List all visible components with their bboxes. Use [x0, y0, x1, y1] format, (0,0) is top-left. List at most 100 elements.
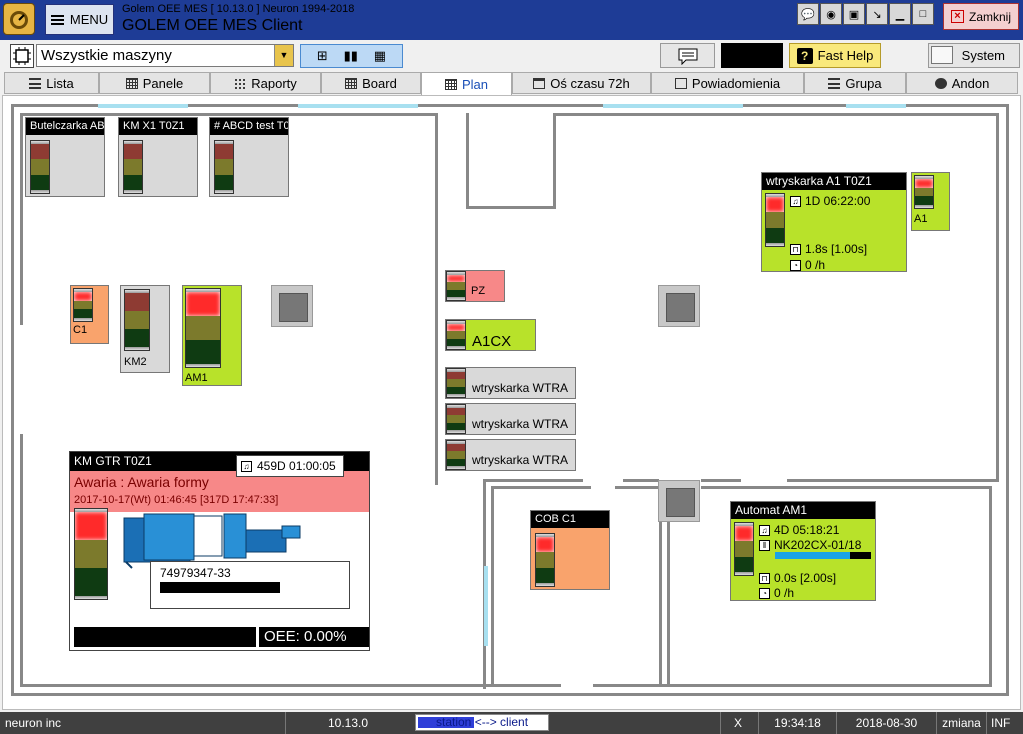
machine-tile-abcd[interactable]: # ABCD test T0	[209, 117, 289, 197]
machine-tile-wtra-3[interactable]: wtryskarka WTRA	[445, 439, 576, 471]
bar-chart-icon[interactable]: ▮▮	[344, 48, 358, 64]
progress-fill	[775, 552, 850, 559]
wall	[466, 206, 556, 209]
chat-icon[interactable]: 💬	[797, 3, 819, 25]
machine-tile-am1[interactable]: AM1	[182, 285, 242, 386]
pillar	[658, 480, 700, 522]
tab-timeline[interactable]: Oś czasu 72h	[512, 72, 651, 94]
machine-view-icon[interactable]: ⊞	[317, 48, 328, 64]
tab-grupa[interactable]: Grupa	[804, 72, 906, 94]
wall	[701, 479, 741, 482]
gauge-icon: ◔	[790, 259, 801, 271]
machine-tile-butelczarka[interactable]: Butelczarka ABC	[25, 117, 105, 197]
barcode-icon: ⦀	[759, 539, 770, 551]
messages-button[interactable]	[660, 43, 715, 68]
oee-value: OEE: 0.00%	[259, 627, 369, 647]
duration-value: 1D 06:22:00	[805, 194, 871, 208]
signal-light	[446, 320, 466, 350]
close-button[interactable]: × Zamknij	[943, 3, 1019, 30]
signal-light	[74, 508, 108, 600]
note-icon: ♫	[790, 195, 801, 207]
chevron-down-icon[interactable]: ▼	[274, 45, 293, 66]
view-mode-toggle[interactable]: ⊞ ▮▮ ▦	[300, 44, 403, 68]
version-number: 10.13.0	[285, 712, 410, 734]
wall	[615, 486, 659, 489]
window-icon[interactable]: ▣	[843, 3, 865, 25]
machine-name: AM1	[185, 372, 208, 384]
list-icon	[828, 77, 841, 89]
minimize-icon[interactable]: ▁	[889, 3, 911, 25]
machine-tile-a1[interactable]: A1	[911, 172, 950, 231]
machine-name: COB C1	[531, 511, 609, 528]
wall	[435, 113, 438, 485]
tab-label: Panele	[142, 75, 184, 91]
menu-button[interactable]: MENU	[45, 4, 114, 35]
machine-tile-pz[interactable]: PZ	[445, 270, 505, 302]
calendar-icon	[533, 77, 546, 89]
machine-panel-km-gtr[interactable]: KM GTR T0Z1 Awaria : Awaria formy 2017-1…	[69, 451, 370, 651]
wall	[1006, 104, 1009, 696]
machine-name: PZ	[471, 285, 486, 297]
table-grid-icon[interactable]: ▦	[374, 48, 386, 64]
tab-lista[interactable]: Lista	[4, 72, 99, 94]
wall	[593, 684, 992, 687]
machine-tile-wtra-1[interactable]: wtryskarka WTRA	[445, 367, 576, 399]
pillar	[658, 285, 700, 327]
failure-duration-tag: ♫ 459D 01:00:05	[236, 455, 344, 477]
note-icon: ♫	[241, 460, 252, 472]
order-number: 74979347-33	[160, 566, 231, 580]
pillar	[271, 285, 313, 327]
machine-name: KM2	[124, 356, 147, 368]
tab-panele[interactable]: Panele	[99, 72, 210, 94]
note-icon: ♫	[759, 524, 770, 536]
machine-panel-wtryskarka-a1[interactable]: wtryskarka A1 T0Z1 ♫ 1D 06:22:00 ⊓ 1.8s [1…	[761, 172, 907, 272]
app-version-info: Golem OEE MES [ 10.13.0 ] Neuron 1994-20…	[122, 3, 355, 15]
machine-name: KM X1 T0Z1	[119, 118, 197, 135]
wall	[20, 684, 560, 687]
tab-powiadomienia[interactable]: Powiadomienia	[651, 72, 804, 94]
window-icon	[674, 77, 687, 89]
machine-panel-automat-am1[interactable]: Automat AM1 ♫ 4D 05:18:21 ⦀ NK202CX-01/18 …	[730, 501, 876, 601]
andon-icon	[934, 77, 947, 89]
message-icon	[678, 48, 697, 65]
machine-tile-cob-c1[interactable]: COB C1	[530, 510, 610, 590]
fast-help-label: Fast Help	[817, 48, 874, 63]
camera-icon[interactable]: ◉	[820, 3, 842, 25]
maximize-icon[interactable]: □	[912, 3, 934, 25]
tab-andon[interactable]: Andon	[906, 72, 1018, 94]
machine-name: C1	[73, 324, 88, 336]
tab-label: Board	[362, 75, 397, 91]
tab-plan[interactable]: Plan	[421, 72, 512, 95]
keyboard-icon	[931, 46, 953, 64]
machine-tile-a1cx[interactable]: A1CX	[445, 319, 536, 351]
hamburger-icon	[50, 14, 64, 25]
machine-tile-km2[interactable]: KM2	[120, 285, 170, 373]
machine-grid-icon[interactable]	[10, 44, 34, 68]
machine-tile-km-x1[interactable]: KM X1 T0Z1	[118, 117, 198, 197]
machine-select[interactable]: Wszystkie maszyny	[36, 44, 294, 67]
signal-light	[124, 289, 150, 351]
fast-help-button[interactable]: ? Fast Help	[789, 43, 881, 68]
signal-light	[446, 440, 466, 470]
machine-name: wtryskarka WTRA	[472, 453, 568, 467]
machine-tile-c1[interactable]: C1	[70, 285, 109, 344]
signal-light	[535, 533, 555, 587]
machine-name: wtryskarka WTRA	[472, 417, 568, 431]
signal-light	[30, 140, 50, 194]
machine-name: wtryskarka WTRA	[472, 381, 568, 395]
order-progress-bar	[160, 582, 280, 593]
window	[846, 104, 906, 108]
machine-tile-wtra-2[interactable]: wtryskarka WTRA	[445, 403, 576, 435]
tab-board[interactable]: Board	[321, 72, 421, 94]
window	[603, 104, 743, 108]
wall	[20, 113, 23, 325]
production-rate: ◔ 0 /h	[790, 258, 825, 271]
resize-icon[interactable]: ↘	[866, 3, 888, 25]
help-icon: ?	[796, 47, 813, 64]
close-connection-button[interactable]: X	[720, 712, 755, 734]
window	[298, 104, 418, 108]
duration-value: 4D 05:18:21	[774, 523, 840, 537]
cycle-time: ⊓ 0.0s [2.00s]	[759, 571, 836, 585]
tab-raporty[interactable]: Raporty	[210, 72, 321, 94]
wall	[491, 486, 494, 686]
